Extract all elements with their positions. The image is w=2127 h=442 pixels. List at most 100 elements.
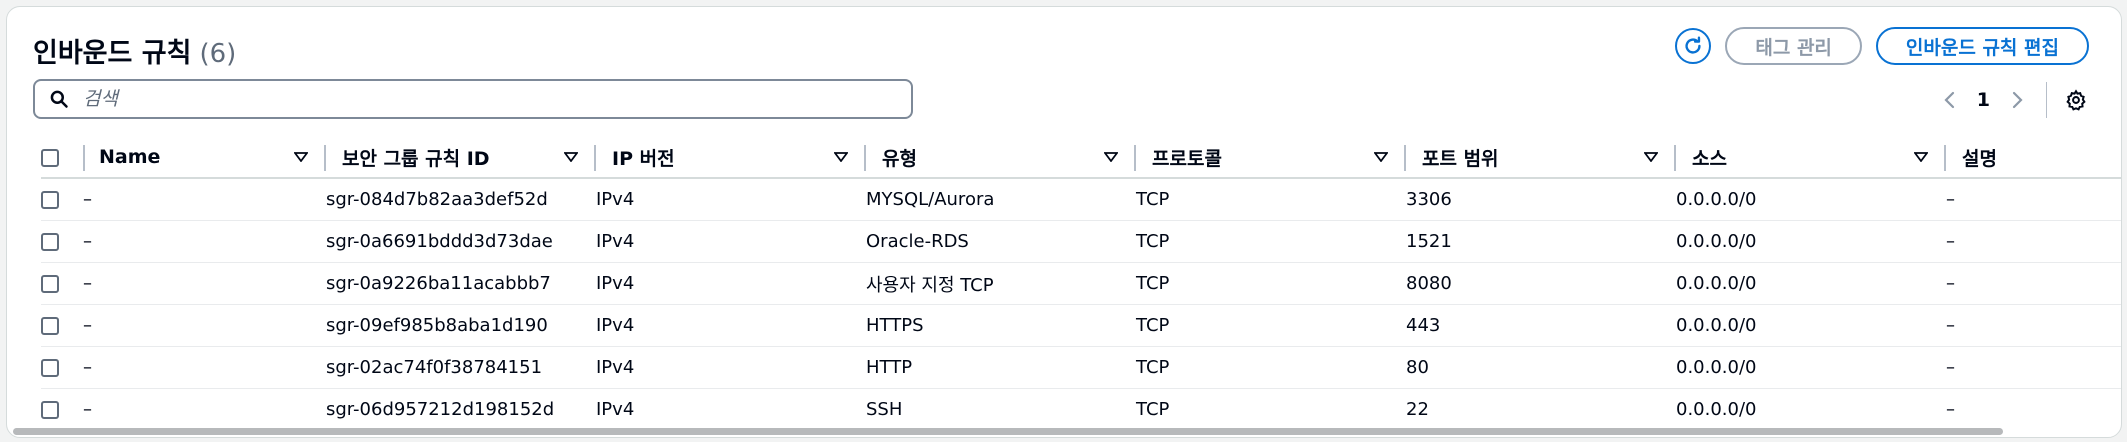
cell-port-range: 22 xyxy=(1406,399,1429,420)
cell-protocol: TCP xyxy=(1136,346,1406,389)
cell-source: 0.0.0.0/0 xyxy=(1676,399,1757,420)
cell-description: – xyxy=(1946,304,2121,347)
cell-source: 0.0.0.0/0 xyxy=(1676,262,1946,305)
select-all-header xyxy=(41,137,85,179)
cell-port-range: 80 xyxy=(1406,346,1676,389)
chevron-left-icon xyxy=(1944,91,1954,109)
cell-protocol: TCP xyxy=(1136,304,1406,347)
cell-ip-version: IPv4 xyxy=(596,220,866,263)
cell-type: HTTPS xyxy=(866,304,1136,347)
row-checkbox[interactable] xyxy=(41,233,59,251)
current-page-number[interactable]: 1 xyxy=(1977,89,1990,111)
next-page-button[interactable] xyxy=(2002,85,2032,115)
horizontal-scrollbar[interactable] xyxy=(13,428,2003,435)
search-field[interactable] xyxy=(33,79,913,119)
cell-name: – xyxy=(83,178,326,221)
cell-description: – xyxy=(1946,262,2121,305)
cell-rule-id: sgr-0a9226ba11acabbb7 xyxy=(326,262,596,305)
cell-type: MYSQL/Aurora xyxy=(866,178,1136,221)
table-preferences-button[interactable] xyxy=(2061,85,2091,115)
rule-count: (6) xyxy=(199,39,237,69)
column-header-name[interactable]: Name xyxy=(83,137,326,179)
search-icon xyxy=(50,90,68,108)
table-row[interactable]: – sgr-0a6691bddd3d73dae IPv4 Oracle-RDS … xyxy=(41,220,2121,263)
pagination: 1 xyxy=(1935,82,2091,118)
cell-ip-version: IPv4 xyxy=(596,178,866,221)
column-header-port-range[interactable]: 포트 범위 xyxy=(1406,137,1676,179)
row-checkbox[interactable] xyxy=(41,191,59,209)
refresh-icon xyxy=(1685,36,1701,54)
row-checkbox[interactable] xyxy=(41,359,59,377)
cell-source: 0.0.0.0/0 xyxy=(1676,304,1946,347)
cell-ip-version: IPv4 xyxy=(596,346,866,389)
header-actions: 태그 관리 인바운드 규칙 편집 xyxy=(1675,27,2089,65)
table-row[interactable]: – sgr-02ac74f0f38784151 IPv4 HTTP TCP 80… xyxy=(41,346,2121,389)
cell-ip-version: IPv4 xyxy=(596,399,635,420)
cell-ip-version: IPv4 xyxy=(596,304,866,347)
cell-name: – xyxy=(83,346,326,389)
cell-name: – xyxy=(83,220,326,263)
cell-port-range: 8080 xyxy=(1406,262,1676,305)
table-row[interactable]: – sgr-09ef985b8aba1d190 IPv4 HTTPS TCP 4… xyxy=(41,304,2121,347)
cell-source: 0.0.0.0/0 xyxy=(1676,220,1946,263)
cell-name: – xyxy=(83,399,92,420)
gear-icon xyxy=(2066,89,2086,111)
cell-rule-id: sgr-0a6691bddd3d73dae xyxy=(326,220,596,263)
table-header-row: Name 보안 그룹 규칙 ID IP 버전 유형 프로토콜 포트 범위 소스 … xyxy=(41,137,2121,179)
cell-rule-id: sgr-09ef985b8aba1d190 xyxy=(326,304,596,347)
sort-caret-icon xyxy=(294,152,308,162)
cell-name: – xyxy=(83,304,326,347)
row-checkbox[interactable] xyxy=(41,275,59,293)
cell-rule-id: sgr-06d957212d198152d xyxy=(326,399,555,420)
edit-inbound-rules-button[interactable]: 인바운드 규칙 편집 xyxy=(1875,27,2089,65)
sort-caret-icon xyxy=(1104,152,1118,162)
sort-caret-icon xyxy=(1644,152,1658,162)
cell-type: HTTP xyxy=(866,346,1136,389)
chevron-right-icon xyxy=(2012,91,2023,109)
column-header-protocol[interactable]: 프로토콜 xyxy=(1136,137,1406,179)
sort-caret-icon xyxy=(564,152,578,162)
cell-description: – xyxy=(1946,220,2121,263)
row-checkbox[interactable] xyxy=(41,401,59,419)
sort-caret-icon xyxy=(1914,152,1928,162)
manage-tags-button[interactable]: 태그 관리 xyxy=(1725,27,1862,65)
cell-port-range: 443 xyxy=(1406,304,1676,347)
search-input[interactable] xyxy=(81,87,865,111)
cell-ip-version: IPv4 xyxy=(596,262,866,305)
cell-protocol: TCP xyxy=(1136,178,1406,221)
column-header-description[interactable]: 설명 xyxy=(1946,137,2121,179)
inbound-rules-panel: 인바운드 규칙 (6) 태그 관리 인바운드 규칙 편집 1 xyxy=(6,6,2122,438)
table-row[interactable]: – sgr-06d957212d198152d IPv4 SSH TCP 22 … xyxy=(41,389,2121,431)
row-checkbox[interactable] xyxy=(41,317,59,335)
sort-caret-icon xyxy=(1374,152,1388,162)
cell-name: – xyxy=(83,262,326,305)
cell-protocol: TCP xyxy=(1136,399,1170,420)
column-header-ip-version[interactable]: IP 버전 xyxy=(596,137,866,179)
cell-protocol: TCP xyxy=(1136,220,1406,263)
pagination-divider xyxy=(2046,82,2047,118)
inbound-rules-table: Name 보안 그룹 규칙 ID IP 버전 유형 프로토콜 포트 범위 소스 … xyxy=(41,137,2121,431)
cell-rule-id: sgr-084d7b82aa3def52d xyxy=(326,178,596,221)
cell-type: SSH xyxy=(866,399,903,420)
cell-description: – xyxy=(1946,399,1955,420)
sort-caret-icon xyxy=(834,152,848,162)
column-header-type[interactable]: 유형 xyxy=(866,137,1136,179)
cell-port-range: 3306 xyxy=(1406,178,1676,221)
table-row[interactable]: – sgr-084d7b82aa3def52d IPv4 MYSQL/Auror… xyxy=(41,178,2121,221)
table-row[interactable]: – sgr-0a9226ba11acabbb7 IPv4 사용자 지정 TCP … xyxy=(41,262,2121,305)
column-header-source[interactable]: 소스 xyxy=(1676,137,1946,179)
cell-description: – xyxy=(1946,346,2121,389)
column-header-rule-id[interactable]: 보안 그룹 규칙 ID xyxy=(326,137,596,179)
cell-rule-id: sgr-02ac74f0f38784151 xyxy=(326,346,596,389)
previous-page-button[interactable] xyxy=(1935,85,1965,115)
cell-source: 0.0.0.0/0 xyxy=(1676,346,1946,389)
cell-description: – xyxy=(1946,178,2121,221)
cell-port-range: 1521 xyxy=(1406,220,1676,263)
page-title: 인바운드 규칙 xyxy=(33,38,192,69)
select-all-checkbox[interactable] xyxy=(41,148,59,167)
cell-type: Oracle-RDS xyxy=(866,220,1136,263)
cell-source: 0.0.0.0/0 xyxy=(1676,178,1946,221)
cell-type: 사용자 지정 TCP xyxy=(866,262,1136,305)
cell-protocol: TCP xyxy=(1136,262,1406,305)
refresh-button[interactable] xyxy=(1675,28,1712,64)
